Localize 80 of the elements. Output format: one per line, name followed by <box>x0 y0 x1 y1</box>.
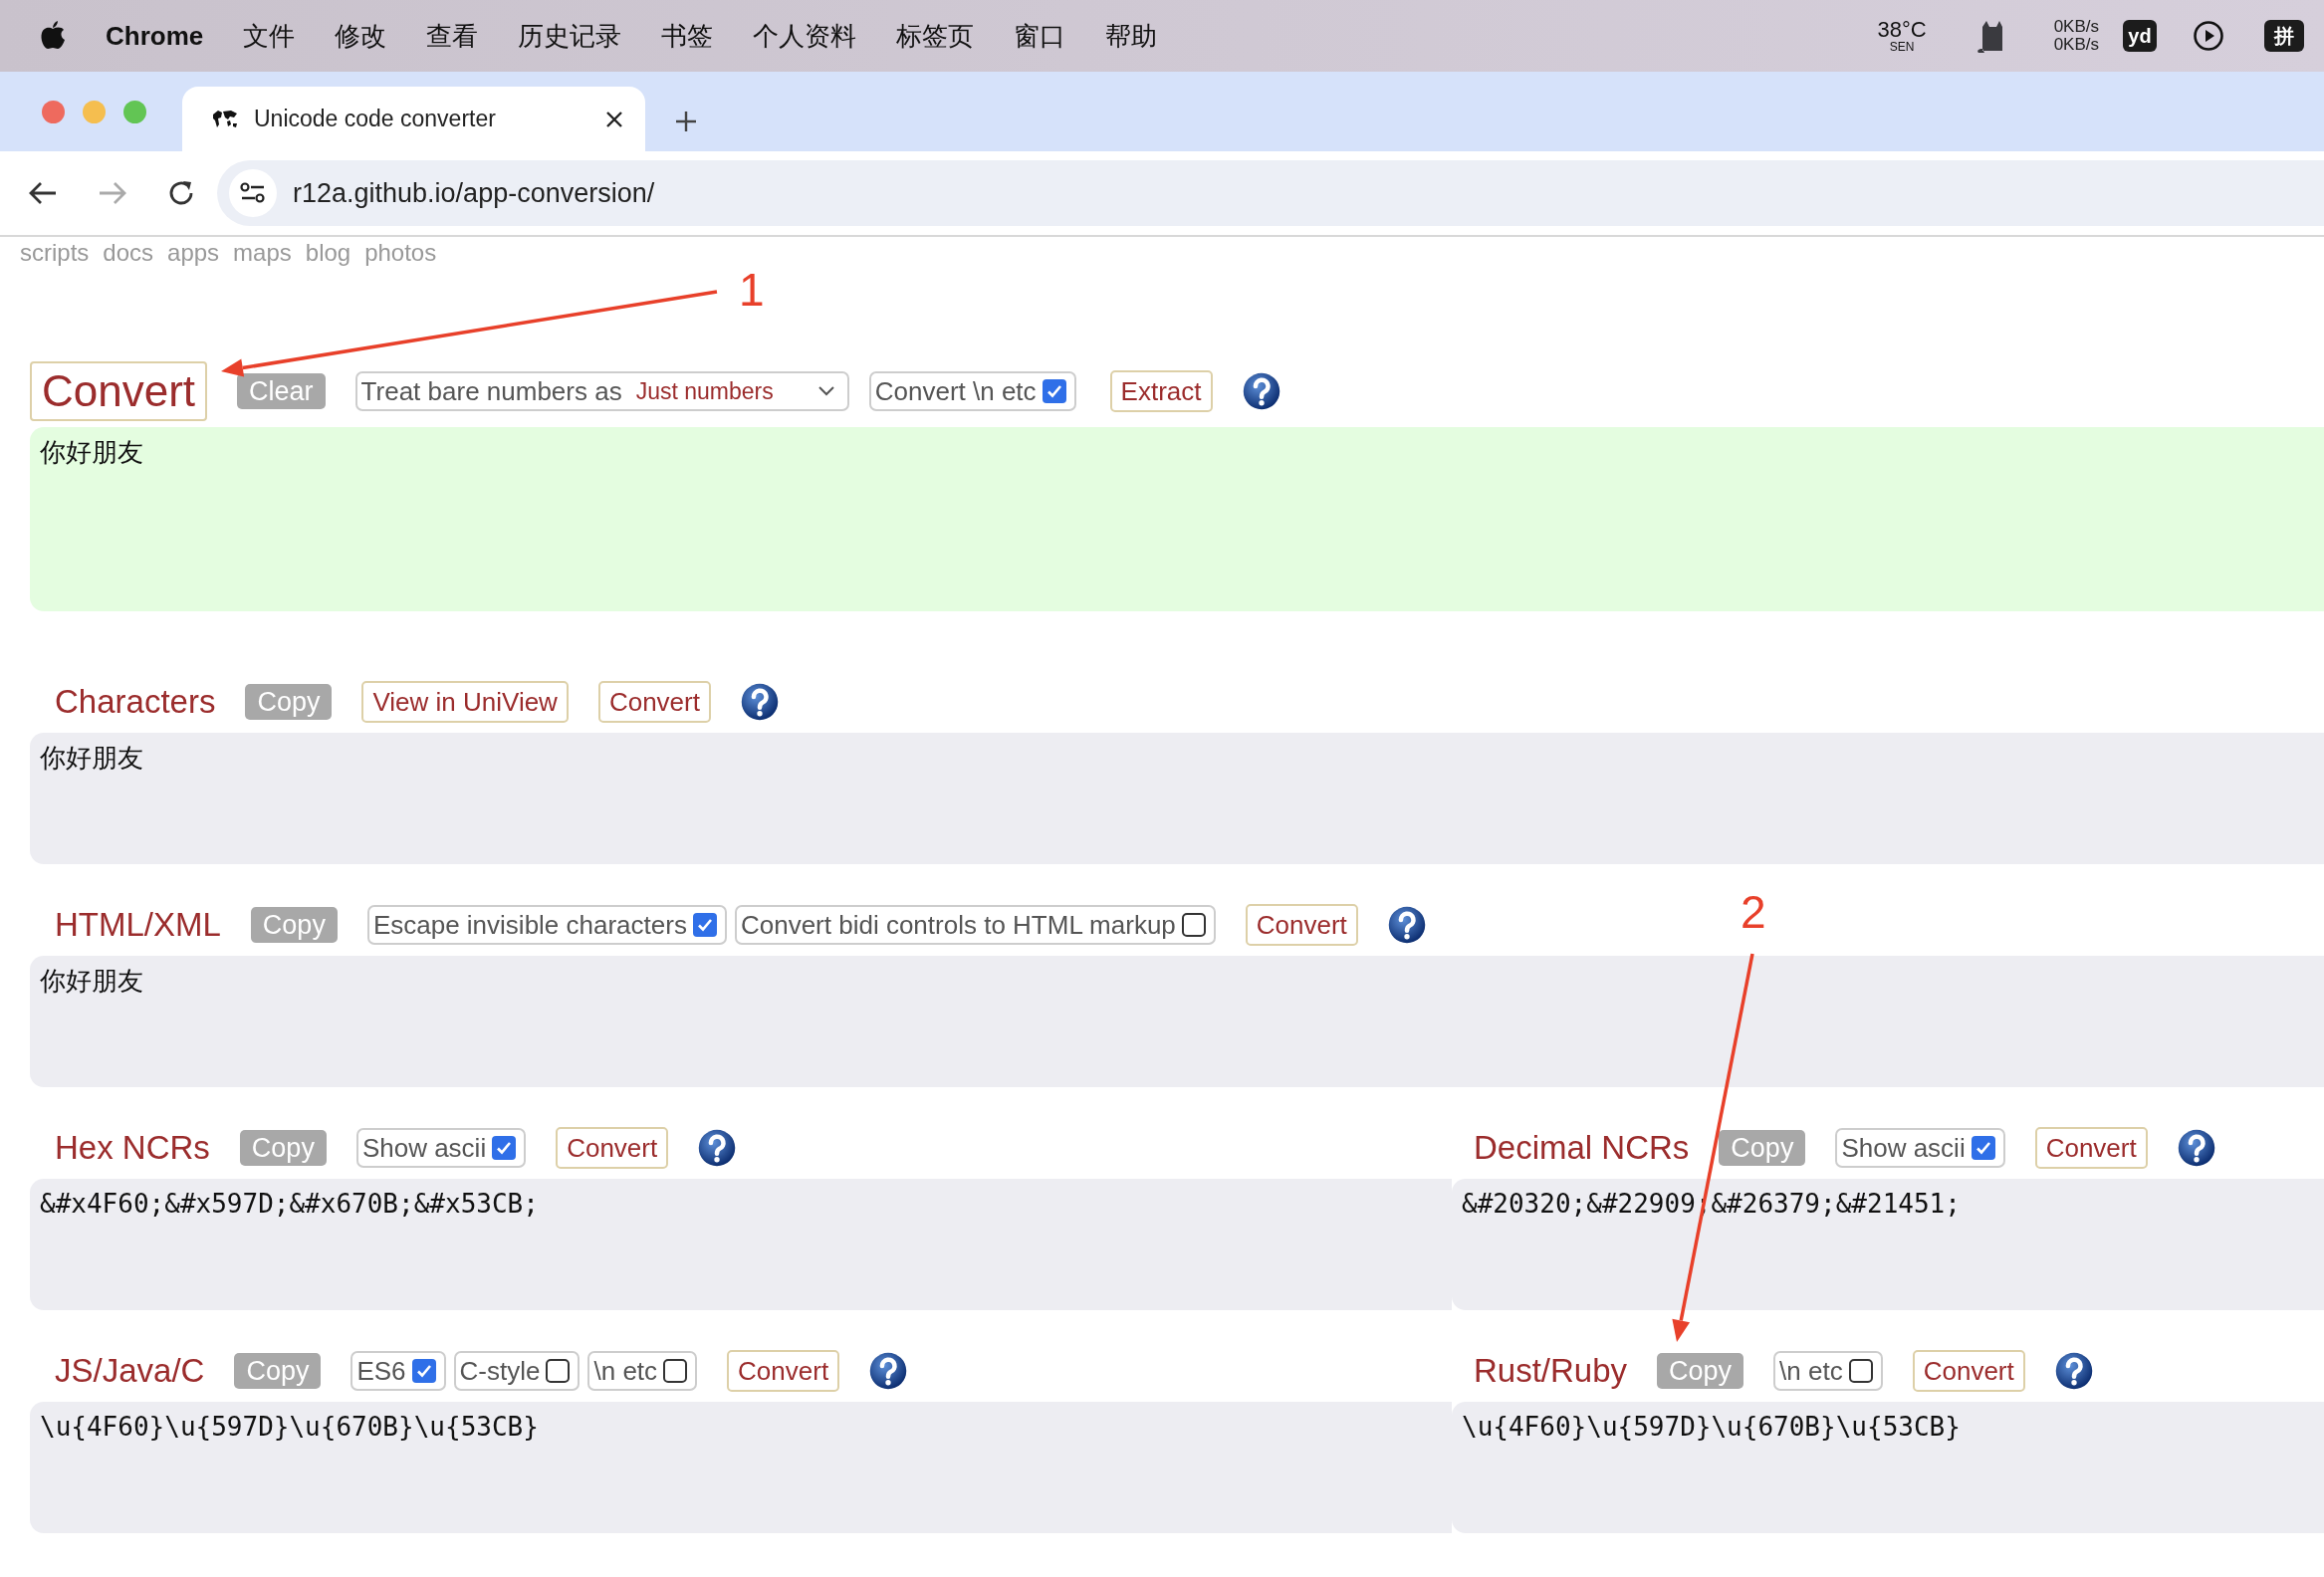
convert-button[interactable]: Convert <box>556 1127 669 1169</box>
input-textarea[interactable]: 你好朋友 <box>30 427 2324 611</box>
address-bar[interactable]: r12a.github.io/app-conversion/ <box>217 160 2324 226</box>
menu-item[interactable]: 查看 <box>406 16 499 56</box>
checkbox[interactable] <box>546 1359 571 1383</box>
section-title: Hex NCRs <box>55 1128 210 1169</box>
menu-item[interactable]: 标签页 <box>876 16 995 56</box>
help-icon[interactable] <box>698 1129 737 1167</box>
convert-button[interactable]: Convert <box>30 361 208 421</box>
section-title: Rust/Ruby <box>1474 1351 1628 1392</box>
checkbox-label: Show ascii <box>1841 1131 1966 1165</box>
section-title: JS/Java/C <box>55 1351 205 1392</box>
section-title: Characters <box>55 682 216 723</box>
reload-icon[interactable] <box>167 179 195 207</box>
chevron-icon <box>816 385 835 397</box>
checkbox[interactable] <box>492 1136 517 1160</box>
checkbox-label: Escape invisible characters <box>372 908 687 942</box>
checkbox[interactable] <box>411 1359 436 1383</box>
app-menu[interactable]: Chrome <box>86 16 224 56</box>
input-method-badge[interactable]: 拼 <box>2264 20 2304 52</box>
checkbox-label: Show ascii <box>361 1131 487 1165</box>
checkbox[interactable] <box>663 1359 688 1383</box>
output-textarea[interactable]: &#x4F60;&#x597D;&#x670B;&#x53CB; <box>30 1179 1452 1310</box>
number-mode-dropdown[interactable]: Treat bare numbers as Just numbers <box>354 371 849 411</box>
output-textarea[interactable]: \u{4F60}\u{597D}\u{670B}\u{53CB} <box>30 1402 1452 1533</box>
download-speed: 0KB/s <box>2053 36 2099 54</box>
checkbox-label: C-style <box>459 1354 541 1388</box>
checkbox[interactable] <box>1971 1136 1995 1160</box>
browser-tab[interactable]: Unicode code converter <box>182 87 645 151</box>
plus-icon[interactable] <box>675 111 697 132</box>
checkbox-label: \n etc <box>593 1354 658 1388</box>
apple-icon[interactable] <box>40 21 66 51</box>
tab-title: Unicode code converter <box>254 105 497 134</box>
output-textarea[interactable]: \u{4F60}\u{597D}\u{670B}\u{53CB} <box>1452 1402 2324 1533</box>
extract-button[interactable]: Extract <box>1109 370 1213 412</box>
menu-item[interactable]: 文件 <box>223 16 316 56</box>
section-title: HTML/XML <box>55 905 221 946</box>
convert-button[interactable]: View in UniView <box>361 681 569 723</box>
play-icon[interactable] <box>2193 20 2224 52</box>
convert-button[interactable]: Convert <box>727 1350 840 1392</box>
output-textarea[interactable]: 你好朋友 <box>30 733 2324 864</box>
help-icon[interactable] <box>1387 906 1426 944</box>
help-icon[interactable] <box>2177 1129 2215 1167</box>
checkbox-label: Convert bidi controls to HTML markup <box>740 908 1176 942</box>
menu-item[interactable]: 书签 <box>641 16 734 56</box>
help-icon[interactable] <box>2054 1352 2093 1390</box>
help-icon[interactable] <box>740 683 779 721</box>
help-icon[interactable] <box>1242 372 1280 410</box>
upload-speed: 0KB/s <box>2053 18 2099 36</box>
site-settings-icon[interactable] <box>240 182 266 204</box>
sensor-label: SEN <box>1888 41 1916 53</box>
help-icon[interactable] <box>869 1352 908 1390</box>
section-title: Decimal NCRs <box>1474 1128 1690 1169</box>
annotation-number: 1 <box>739 267 765 313</box>
convert-button[interactable]: Convert <box>1245 904 1358 946</box>
menu-item[interactable]: 个人资料 <box>733 16 877 56</box>
convert-button[interactable]: Convert <box>597 681 711 723</box>
menu-item[interactable]: 历史记录 <box>498 16 642 56</box>
url-text: r12a.github.io/app-conversion/ <box>293 176 655 210</box>
checkbox-label: Convert \n etc <box>874 374 1037 408</box>
menu-item[interactable]: 修改 <box>315 16 407 56</box>
convert-button[interactable]: Convert <box>2034 1127 2148 1169</box>
annotation-number: 2 <box>1741 889 1766 935</box>
convert-button[interactable]: Convert <box>1912 1350 2025 1392</box>
checkbox-label: ES6 <box>356 1354 406 1388</box>
close-icon[interactable] <box>605 110 623 128</box>
dictionary-badge[interactable]: yd <box>2123 20 2157 52</box>
checkbox[interactable] <box>1181 913 1206 937</box>
checkbox[interactable] <box>1042 379 1066 403</box>
temperature-reading: 38°C <box>1877 19 1927 41</box>
menu-item[interactable]: 帮助 <box>1085 16 1178 56</box>
world-map-icon <box>212 109 238 129</box>
back-icon[interactable] <box>28 180 58 206</box>
checkbox[interactable] <box>1848 1359 1873 1383</box>
dropdown-label: Treat bare numbers as <box>360 374 622 408</box>
output-textarea[interactable]: 你好朋友 <box>30 956 2324 1087</box>
menu-item[interactable]: 窗口 <box>994 16 1086 56</box>
checkbox-label: \n etc <box>1779 1354 1843 1388</box>
checkbox[interactable] <box>692 913 717 937</box>
dropdown-value: Just numbers <box>635 376 774 406</box>
